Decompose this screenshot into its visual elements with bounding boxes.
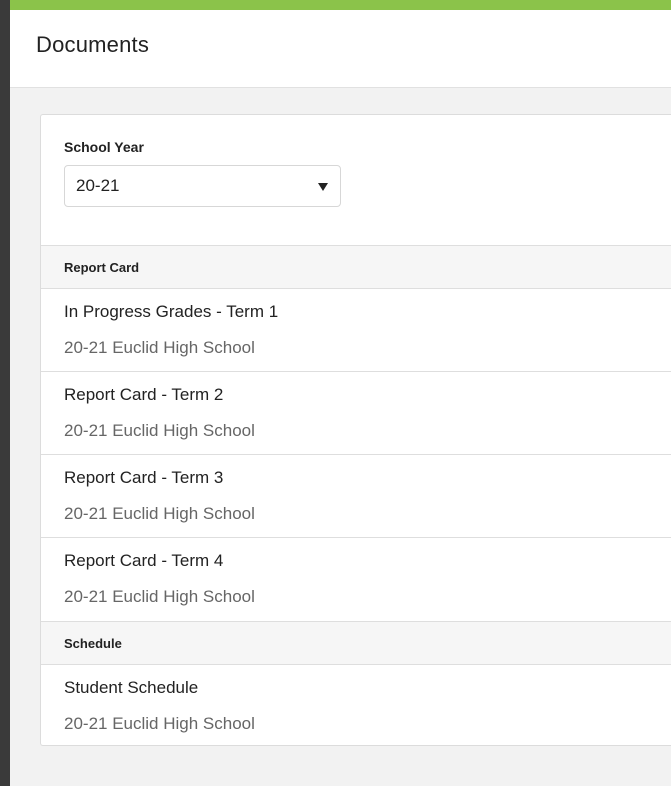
document-item-report-card-term-4[interactable]: Report Card - Term 4 20-21 Euclid High S… [41, 538, 671, 621]
document-subtitle: 20-21 Euclid High School [64, 714, 255, 733]
document-item-report-card-term-3[interactable]: Report Card - Term 3 20-21 Euclid High S… [41, 455, 671, 538]
left-sidebar-rail [0, 0, 10, 786]
school-year-value: 20-21 [76, 176, 120, 195]
page-header: Documents [10, 10, 671, 88]
document-title: Report Card - Term 4 [64, 551, 224, 570]
document-item-in-progress-grades-term-1[interactable]: In Progress Grades - Term 1 20-21 Euclid… [41, 289, 671, 372]
school-year-label: School Year [64, 139, 144, 155]
document-title: Report Card - Term 3 [64, 468, 224, 487]
main-content: School Year 20-21 Report Card In Progres… [10, 88, 671, 786]
section-header-schedule: Schedule [41, 621, 671, 665]
document-subtitle: 20-21 Euclid High School [64, 421, 255, 440]
school-year-select[interactable]: 20-21 [64, 165, 341, 207]
top-accent-bar [10, 0, 671, 10]
section-header-label: Schedule [64, 636, 122, 651]
section-header-report-card: Report Card [41, 245, 671, 289]
document-subtitle: 20-21 Euclid High School [64, 587, 255, 606]
section-header-label: Report Card [64, 260, 140, 275]
document-title: Report Card - Term 2 [64, 385, 224, 404]
app-frame: Documents School Year 20-21 Report Card … [0, 0, 671, 786]
school-year-filter: School Year 20-21 [41, 115, 671, 245]
document-item-student-schedule[interactable]: Student Schedule 20-21 Euclid High Schoo… [41, 665, 671, 745]
document-title: In Progress Grades - Term 1 [64, 302, 279, 321]
document-subtitle: 20-21 Euclid High School [64, 504, 255, 523]
documents-card: School Year 20-21 Report Card In Progres… [40, 114, 671, 746]
caret-down-icon [318, 183, 328, 191]
document-item-report-card-term-2[interactable]: Report Card - Term 2 20-21 Euclid High S… [41, 372, 671, 455]
page-title: Documents [36, 32, 150, 57]
document-subtitle: 20-21 Euclid High School [64, 338, 255, 357]
document-title: Student Schedule [64, 678, 199, 697]
